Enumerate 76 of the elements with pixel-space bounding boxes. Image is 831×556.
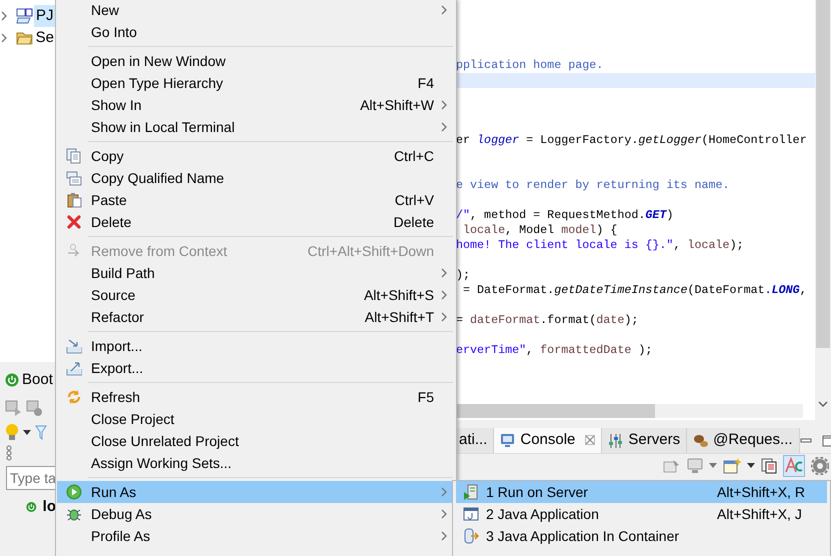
menu-item[interactable]: Refresh F5 (57, 386, 456, 408)
power-icon (5, 373, 19, 387)
display-icon[interactable] (687, 458, 703, 474)
container-icon (463, 528, 479, 544)
menu-item[interactable]: Close Project (57, 408, 456, 430)
scroll-down-icon[interactable] (818, 400, 828, 408)
panel-tab[interactable]: ati... (455, 428, 494, 453)
pin-icon[interactable] (663, 458, 681, 474)
panel-tab[interactable]: Servers (602, 428, 688, 453)
menu-item[interactable]: 1 Run on Server Alt+Shift+X, R (456, 481, 827, 503)
panel-tab[interactable]: Boot (22, 368, 53, 392)
more-icon[interactable] (5, 445, 13, 461)
beans-icon (693, 432, 710, 448)
code-line: er logger = LoggerFactory.getLogger(HomeController (455, 133, 808, 148)
copy-icon (66, 170, 82, 186)
code-line: erverTime", formattedDate ); (455, 343, 654, 358)
debug-icon[interactable] (26, 399, 44, 417)
refresh-icon (66, 389, 82, 405)
export-icon (66, 360, 82, 376)
power-icon (26, 500, 37, 514)
menu-item[interactable]: Export... (57, 357, 456, 379)
menu-item[interactable]: Build Path (57, 262, 456, 284)
menu-item[interactable]: Copy Qualified Name (57, 167, 456, 189)
menu-item[interactable]: 3 Java Application In Container (456, 525, 827, 547)
menu-item[interactable]: Show in Local Terminal (57, 116, 456, 138)
code-line: ); (455, 268, 472, 283)
app-item[interactable]: lo (42, 496, 56, 518)
menu-item[interactable]: Delete Delete (57, 211, 456, 233)
code-line: = DateFormat.getDateTimeInstance(DateFormat.LONG, (462, 283, 808, 298)
menu-item[interactable]: Import... (57, 335, 456, 357)
code-line: pplication home page. (455, 58, 604, 73)
menu-item[interactable]: Source Alt+Shift+S (57, 284, 456, 306)
filter-field[interactable]: Type ta (6, 466, 56, 490)
panel-tab[interactable]: Console (494, 428, 602, 453)
tree-item[interactable]: PJ (34, 4, 56, 28)
menu-item[interactable]: Assign Working Sets... (57, 452, 456, 474)
window-icon (463, 506, 479, 522)
tree-item[interactable]: Se (34, 26, 56, 50)
menu-item[interactable]: Go Into (57, 21, 456, 43)
console-icon (500, 432, 516, 448)
horizontal-scrollbar[interactable] (455, 404, 803, 418)
menu-item[interactable]: Show In Alt+Shift+W (57, 94, 456, 116)
menu-item[interactable]: Copy Ctrl+C (57, 145, 456, 167)
dropdown-icon[interactable] (22, 428, 32, 436)
project-icon (16, 8, 34, 24)
copy-icon (66, 148, 82, 164)
code-line: locale, Model model) { (462, 223, 618, 238)
menu-item[interactable]: 2 Java Application Alt+Shift+X, J (456, 503, 827, 525)
settings-icon[interactable] (811, 457, 829, 475)
server-run-icon (463, 484, 479, 500)
servers-icon (608, 432, 624, 448)
panel-tab[interactable]: @Reques... (687, 428, 800, 453)
vertical-scrollbar[interactable] (815, 0, 831, 420)
menu-item[interactable]: Profile As (57, 525, 456, 547)
menu-item[interactable]: Paste Ctrl+V (57, 189, 456, 211)
menu-item[interactable]: Open in New Window (57, 50, 456, 72)
maximize-icon[interactable] (822, 434, 831, 446)
paste-icon (66, 192, 82, 208)
word-wrap-icon[interactable] (783, 455, 805, 477)
import-icon (66, 338, 82, 354)
delete-icon (66, 214, 82, 230)
run-icon[interactable] (5, 399, 23, 417)
remove-icon (66, 243, 82, 259)
menu-item[interactable]: Debug As (57, 503, 456, 525)
run-icon (66, 484, 82, 500)
dropdown-icon[interactable] (747, 463, 755, 469)
code-line: /", method = RequestMethod.GET) (455, 208, 674, 223)
menu-item[interactable]: New (57, 0, 456, 21)
code-line: home! The client locale is {}.", locale); (455, 238, 745, 253)
code-line: e view to render by returning its name. (455, 178, 731, 193)
menu-item[interactable]: Close Unrelated Project (57, 430, 456, 452)
menu-item[interactable]: Open Type Hierarchy F4 (57, 72, 456, 94)
menu-item[interactable]: Refactor Alt+Shift+T (57, 306, 456, 328)
copy-icon[interactable] (761, 458, 777, 474)
folder-icon (16, 30, 34, 46)
new-console-icon[interactable] (723, 458, 741, 474)
